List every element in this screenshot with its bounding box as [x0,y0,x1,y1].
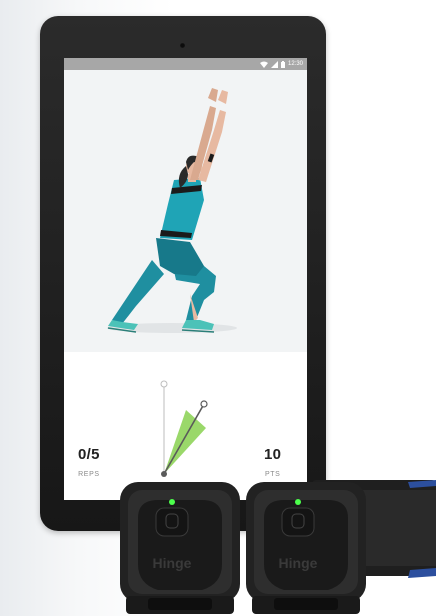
current-angle-handle [200,400,208,408]
left-hand [208,88,218,102]
exercise-illustration [64,70,307,352]
sensor-brand: Hinge [279,555,318,571]
pivot-point [161,471,167,477]
tablet-screen: 12:30 0/5 REPS 10 PTS [64,58,307,500]
status-bar: 12:30 [64,58,307,70]
hinge-sensor-2: Hinge [246,482,366,614]
lunge-stretch-figure [107,88,237,333]
signal-icon [270,60,278,68]
sensor-brand: Hinge [153,555,192,571]
right-hand [218,90,228,104]
sensor-led [295,499,301,505]
sensor-button [155,507,189,537]
sensor-led [169,499,175,505]
sensor-button [281,507,315,537]
wifi-icon [259,61,268,68]
status-icons: 12:30 [259,59,303,69]
sensor-clip-slot [148,598,212,610]
battery-icon [280,60,285,68]
status-time: 12:30 [287,61,303,67]
reference-handle [160,380,168,388]
shorts [156,238,204,276]
hinge-sensor-1: Hinge [120,482,240,614]
sensor-clip-slot [274,598,338,610]
tablet-device: 12:30 0/5 REPS 10 PTS [40,16,326,531]
current-angle-line [163,403,205,475]
front-camera [180,43,185,48]
back-leg [112,260,164,324]
